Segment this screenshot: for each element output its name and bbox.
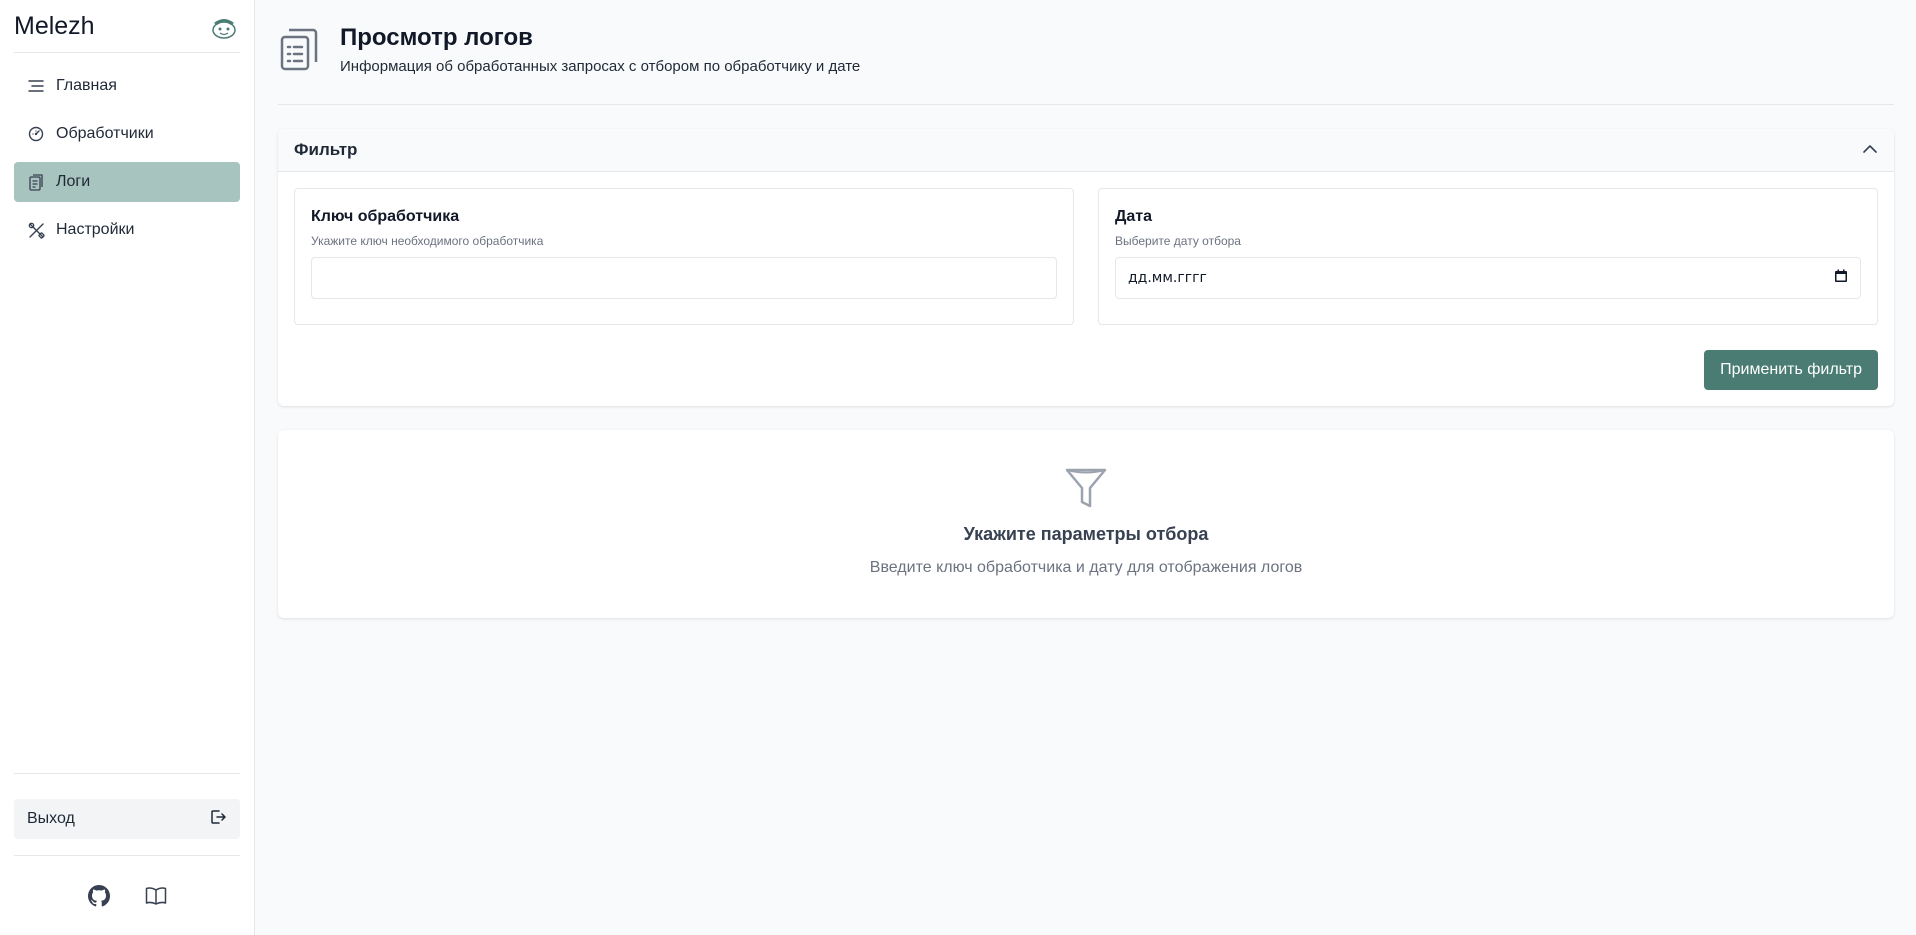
filter-body: Ключ обработчика Укажите ключ необходимо…: [278, 172, 1894, 390]
sidebar: Melezh Главная Обработчики Логи Настройк…: [0, 0, 255, 935]
sidebar-item-label: Обработчики: [56, 125, 154, 142]
logout-label: Выход: [27, 810, 75, 827]
filter-panel: Фильтр Ключ обработчика Укажите ключ нео…: [278, 129, 1894, 406]
page-subtitle: Информация об обработанных запросах с от…: [340, 58, 861, 75]
brand-title: Melezh: [14, 11, 95, 40]
logout-button[interactable]: Выход: [14, 799, 240, 839]
sidebar-item-settings[interactable]: Настройки: [14, 210, 240, 250]
menu-lines-icon: [27, 77, 45, 95]
github-icon[interactable]: [87, 884, 111, 908]
apply-filter-button[interactable]: Применить фильтр: [1704, 350, 1878, 390]
clipboard-icon: [27, 173, 45, 191]
filter-panel-toggle[interactable]: Фильтр: [278, 129, 1894, 172]
main-content: Просмотр логов Информация об обработанны…: [255, 0, 1916, 935]
date-placeholder: дд.мм.гггг: [1128, 270, 1207, 286]
handler-key-field-box: Ключ обработчика Укажите ключ необходимо…: [294, 188, 1074, 325]
empty-state: Укажите параметры отбора Введите ключ об…: [278, 430, 1894, 618]
calendar-icon[interactable]: [1834, 269, 1848, 287]
page-title: Просмотр логов: [340, 24, 533, 51]
handler-key-hint: Укажите ключ необходимого обработчика: [311, 234, 544, 248]
clipboard-list-icon: [278, 26, 326, 74]
sidebar-item-handlers[interactable]: Обработчики: [14, 114, 240, 154]
empty-state-title: Укажите параметры отбора: [963, 524, 1209, 544]
sidebar-item-label: Главная: [56, 77, 117, 94]
date-label: Дата: [1115, 208, 1153, 225]
sidebar-item-logs[interactable]: Логи: [14, 162, 240, 202]
book-icon[interactable]: [144, 884, 168, 908]
page-header: Просмотр логов Информация об обработанны…: [278, 0, 1894, 105]
date-input[interactable]: дд.мм.гггг: [1115, 257, 1861, 299]
header-text: Просмотр логов Информация об обработанны…: [340, 24, 860, 75]
handler-key-input[interactable]: [311, 257, 1057, 299]
dashboard-gauge-icon: [27, 125, 45, 143]
date-field-box: Дата Выберите дату отбора дд.мм.гггг: [1098, 188, 1878, 325]
sidebar-bottom: Выход: [14, 773, 240, 935]
chevron-up-icon: [1862, 141, 1878, 159]
filter-row: Ключ обработчика Укажите ключ необходимо…: [294, 188, 1878, 325]
sidebar-item-home[interactable]: Главная: [14, 66, 240, 106]
filter-title: Фильтр: [294, 140, 358, 159]
filter-actions: Применить фильтр: [294, 350, 1878, 390]
brand-header: Melezh: [14, 0, 240, 53]
sidebar-item-label: Логи: [56, 173, 91, 190]
brand-logo-icon: [208, 10, 240, 42]
handler-key-label: Ключ обработчика: [311, 208, 460, 225]
date-hint: Выберите дату отбора: [1115, 234, 1241, 248]
sidebar-nav: Главная Обработчики Логи Настройки: [14, 66, 240, 250]
empty-state-text: Введите ключ обработчика и дату для отоб…: [869, 559, 1303, 576]
sidebar-footer: [14, 855, 240, 935]
filter-funnel-icon: [1064, 466, 1108, 510]
logout-icon: [209, 808, 227, 831]
tools-icon: [27, 221, 45, 239]
sidebar-item-label: Настройки: [56, 221, 135, 238]
